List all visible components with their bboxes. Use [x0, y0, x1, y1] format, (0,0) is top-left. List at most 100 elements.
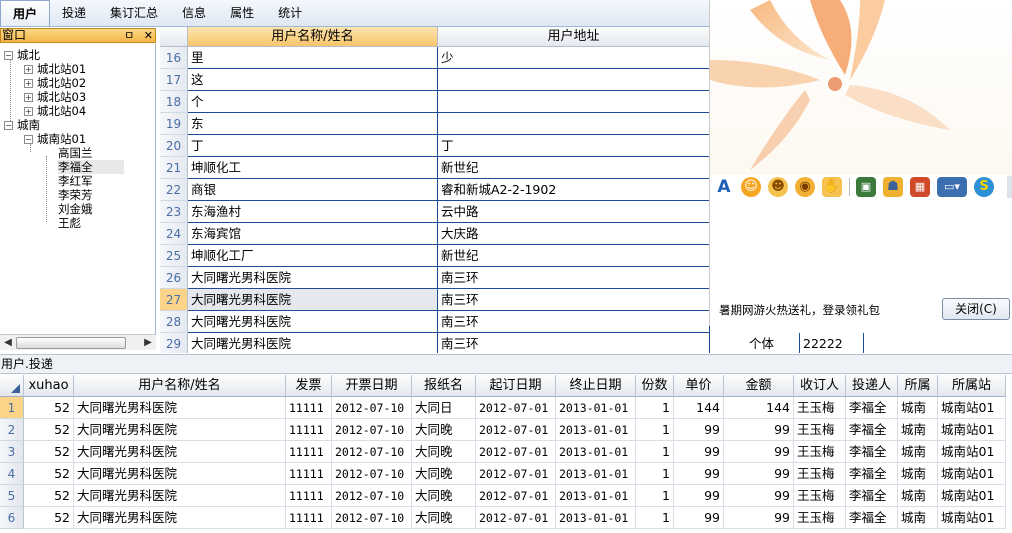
expand-icon[interactable]: + — [24, 107, 33, 116]
tree-leaf-person[interactable]: 李荣芳 — [58, 188, 93, 202]
cell-newspaper[interactable]: 大同日 — [412, 397, 476, 419]
cell-copies[interactable]: 1 — [636, 419, 674, 441]
cell-invoice[interactable]: 11111 — [286, 397, 332, 419]
cell-code[interactable]: 22222 — [800, 333, 864, 353]
cell-area[interactable]: 城南 — [898, 419, 938, 441]
tree-leaf-person[interactable]: 王彪 — [58, 216, 81, 230]
cell-name[interactable]: 商银 — [188, 179, 438, 201]
cell-deliverer[interactable]: 李福全 — [846, 485, 898, 507]
cell-name[interactable]: 大同曙光男科医院 — [74, 419, 286, 441]
tree-horizontal-scrollbar[interactable]: ◀ ▶ — [0, 334, 156, 350]
cell-unit-price[interactable]: 144 — [674, 397, 724, 419]
cell-address[interactable]: 云中路 — [438, 201, 710, 223]
column-header-amount[interactable]: 金额 — [724, 375, 794, 397]
cell-invoice-date[interactable]: 2012-07-10 — [332, 485, 412, 507]
emoji-icon[interactable]: ☻ — [768, 177, 788, 197]
cell-amount[interactable]: 99 — [724, 485, 794, 507]
cell-deliverer[interactable]: 李福全 — [846, 463, 898, 485]
expand-icon[interactable]: + — [24, 65, 33, 74]
collapse-icon[interactable]: − — [24, 135, 33, 144]
person-icon[interactable]: ☗ — [883, 177, 903, 197]
cell-start-date[interactable]: 2012-07-01 — [476, 397, 556, 419]
cell-address[interactable]: 丁 — [438, 135, 710, 157]
face-icon[interactable]: ◉ — [795, 177, 815, 197]
cell-station[interactable]: 城南站01 — [938, 397, 1006, 419]
cell-invoice[interactable]: 11111 — [286, 463, 332, 485]
row-number[interactable]: 3 — [0, 441, 24, 463]
cell-address[interactable]: 大庆路 — [438, 223, 710, 245]
tree-node-south-station[interactable]: − 城南站01 — [24, 132, 86, 146]
font-icon[interactable]: A — [714, 177, 734, 197]
row-number[interactable]: 4 — [0, 463, 24, 485]
cell-amount[interactable]: 99 — [724, 419, 794, 441]
cell-amount[interactable]: 99 — [724, 463, 794, 485]
cell-name[interactable]: 大同曙光男科医院 — [188, 333, 438, 353]
cell-newspaper[interactable]: 大同晚 — [412, 485, 476, 507]
cell-xuhao[interactable]: 52 — [24, 485, 74, 507]
cell-end-date[interactable]: 2013-01-01 — [556, 397, 636, 419]
column-header-receiver[interactable]: 收订人 — [794, 375, 846, 397]
cell-name[interactable]: 坤顺化工厂 — [188, 245, 438, 267]
promo-text[interactable]: 暑期网游火热送礼，登录领礼包 — [719, 302, 880, 318]
column-header-invoice-date[interactable]: 开票日期 — [332, 375, 412, 397]
select-all-corner[interactable] — [0, 375, 24, 397]
column-header-deliverer[interactable]: 投递人 — [846, 375, 898, 397]
cell-amount[interactable]: 144 — [724, 397, 794, 419]
cell-unit-price[interactable]: 99 — [674, 419, 724, 441]
cell-newspaper[interactable]: 大同晚 — [412, 463, 476, 485]
cell-deliverer[interactable]: 李福全 — [846, 441, 898, 463]
row-number[interactable]: 20 — [160, 135, 188, 157]
column-header-station[interactable]: 所属站 — [938, 375, 1006, 397]
row-number[interactable]: 5 — [0, 485, 24, 507]
cell-amount[interactable]: 99 — [724, 507, 794, 529]
cell-start-date[interactable]: 2012-07-01 — [476, 485, 556, 507]
cell-receiver[interactable]: 王玉梅 — [794, 485, 846, 507]
cell-address[interactable]: 新世纪 — [438, 157, 710, 179]
cell-name[interactable]: 大同曙光男科医院 — [188, 289, 438, 311]
column-header-name[interactable]: 用户名称/姓名 — [74, 375, 286, 397]
cell-end-date[interactable]: 2013-01-01 — [556, 485, 636, 507]
cell-area[interactable]: 城南 — [898, 463, 938, 485]
tree-leaf-person-selected[interactable]: 李福全 — [58, 160, 124, 174]
column-header-unit-price[interactable]: 单价 — [674, 375, 724, 397]
cell-name[interactable]: 大同曙光男科医院 — [74, 485, 286, 507]
row-number[interactable]: 6 — [0, 507, 24, 529]
row-number[interactable]: 18 — [160, 91, 188, 113]
cell-address[interactable]: 睿和新城A2-2-1902 — [438, 179, 710, 201]
cell-station[interactable]: 城南站01 — [938, 485, 1006, 507]
column-header-area[interactable]: 所属 — [898, 375, 938, 397]
cell-xuhao[interactable]: 52 — [24, 441, 74, 463]
hand-icon[interactable]: ✋ — [822, 177, 842, 197]
cell-invoice[interactable]: 11111 — [286, 507, 332, 529]
menu-property[interactable]: 属性 — [218, 0, 266, 26]
cell-start-date[interactable]: 2012-07-01 — [476, 441, 556, 463]
column-header-invoice[interactable]: 发票 — [286, 375, 332, 397]
cell-invoice-date[interactable]: 2012-07-10 — [332, 463, 412, 485]
row-number[interactable]: 21 — [160, 157, 188, 179]
cell-address[interactable]: 少 — [438, 47, 710, 69]
column-header-end-date[interactable]: 终止日期 — [556, 375, 636, 397]
cell-name[interactable]: 大同曙光男科医院 — [188, 311, 438, 333]
cell-xuhao[interactable]: 52 — [24, 397, 74, 419]
cell-invoice[interactable]: 11111 — [286, 485, 332, 507]
cell-address[interactable]: 南三环 — [438, 267, 710, 289]
cell-invoice[interactable]: 11111 — [286, 441, 332, 463]
cell-xuhao[interactable]: 52 — [24, 419, 74, 441]
gift-icon[interactable]: ▦ — [910, 177, 930, 197]
cell-area[interactable]: 城南 — [898, 441, 938, 463]
cell-unit-price[interactable]: 99 — [674, 507, 724, 529]
cell-user-type[interactable]: 个体 — [746, 333, 800, 353]
menu-summary[interactable]: 集订汇总 — [98, 0, 170, 26]
menu-user[interactable]: 用户 — [0, 0, 51, 26]
cell-name[interactable]: 东 — [188, 113, 438, 135]
delivery-row[interactable]: 6 52 大同曙光男科医院 11111 2012-07-10 大同晚 2012-07-01 2… — [0, 507, 1012, 529]
column-header-name[interactable]: 用户名称/姓名 — [188, 27, 438, 47]
cell-address[interactable]: 新世纪 — [438, 245, 710, 267]
cell-deliverer[interactable]: 李福全 — [846, 397, 898, 419]
column-header-newspaper[interactable]: 报纸名 — [412, 375, 476, 397]
row-number[interactable]: 23 — [160, 201, 188, 223]
smile-icon[interactable]: ☺ — [741, 177, 761, 197]
cell-end-date[interactable]: 2013-01-01 — [556, 463, 636, 485]
cell-start-date[interactable]: 2012-07-01 — [476, 507, 556, 529]
tree-node-south[interactable]: − 城南 — [4, 118, 40, 132]
